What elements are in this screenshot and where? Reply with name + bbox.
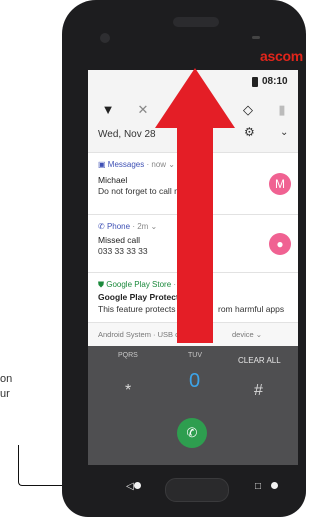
swipe-up-arrow: [155, 68, 235, 343]
notification-title: Missed call: [98, 235, 141, 245]
bluetooth-off-icon[interactable]: ✕: [133, 102, 153, 118]
front-camera: [100, 33, 110, 43]
play-protect-shield-icon: ⛊: [98, 280, 104, 289]
clear-all-button[interactable]: CLEAR ALL: [238, 356, 281, 365]
system-row-tail: device ⌄: [232, 330, 263, 339]
notification-header: ✆ Phone · 2m ⌄: [98, 222, 157, 231]
notification-body: 033 33 33 33: [98, 246, 148, 256]
dialpad-label-pqrs: PQRS: [118, 352, 138, 359]
wifi-icon[interactable]: ▼: [98, 102, 118, 117]
status-time: 08:10: [262, 76, 288, 87]
missed-call-icon: ✆: [98, 222, 105, 231]
callout-text-line2: ur: [0, 388, 10, 400]
battery-icon: [252, 77, 258, 87]
settings-gear-icon[interactable]: ⚙: [244, 125, 255, 139]
date-label: Wed, Nov 28: [98, 129, 156, 140]
call-button[interactable]: ✆: [177, 418, 207, 448]
dialpad-hash[interactable]: #: [254, 382, 263, 400]
dialpad-label-tuv: TUV: [188, 352, 202, 359]
earpiece-speaker: [173, 17, 219, 27]
home-button[interactable]: [165, 478, 229, 502]
avatar: M: [269, 173, 291, 195]
notification-app-name: Phone: [106, 222, 131, 231]
notification-meta: · 2m ⌄: [132, 222, 158, 231]
rotate-icon[interactable]: ◇: [238, 102, 258, 118]
battery-saver-icon[interactable]: ▮: [272, 102, 292, 118]
back-key-indicator: [134, 482, 141, 489]
dialpad-star[interactable]: *: [125, 382, 131, 400]
notification-title: Michael: [98, 175, 128, 185]
brand-logo: ascom: [260, 48, 303, 64]
back-key-icon[interactable]: ◁: [126, 481, 134, 492]
proximity-sensor: [252, 36, 260, 39]
contact-avatar-icon: ●: [269, 233, 291, 255]
recents-key-indicator: [271, 482, 278, 489]
expand-chevron-icon[interactable]: ⌄: [280, 127, 288, 138]
dialpad-zero[interactable]: 0: [189, 370, 200, 393]
callout-text-line1: on: [0, 373, 13, 385]
recents-key-icon[interactable]: □: [255, 481, 261, 492]
notification-app-name: Messages: [107, 160, 145, 169]
messages-app-icon: ▣: [98, 160, 106, 169]
